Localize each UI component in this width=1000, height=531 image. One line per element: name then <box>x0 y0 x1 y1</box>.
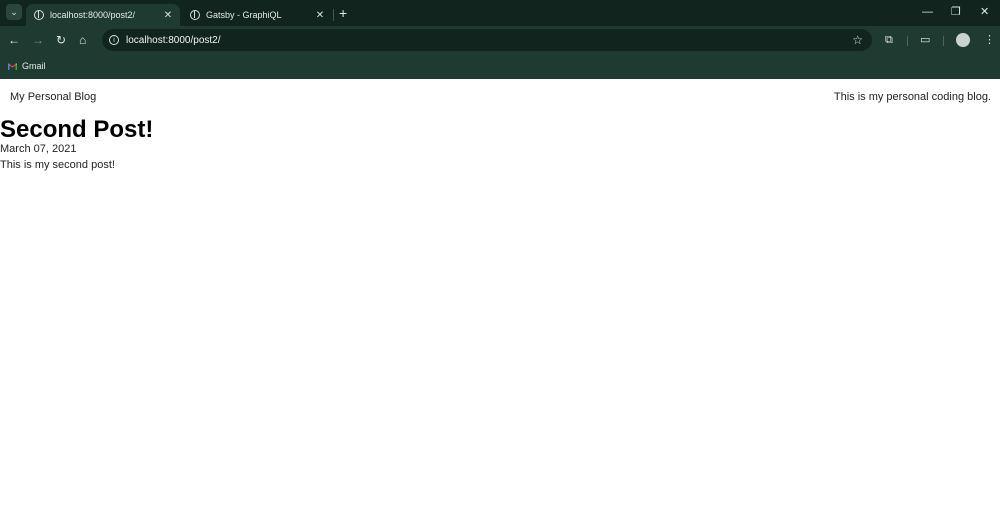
side-panel-icon[interactable]: ▭ <box>920 34 930 46</box>
site-description: This is my personal coding blog. <box>833 91 991 103</box>
gmail-icon <box>8 63 17 70</box>
tab-title: localhost:8000/post2/ <box>50 10 136 20</box>
tab-graphiql[interactable]: Gatsby - GraphiQL ✕ <box>182 4 332 26</box>
globe-icon <box>190 10 200 20</box>
close-icon[interactable]: ✕ <box>162 10 174 21</box>
arrow-right-icon: → <box>32 33 44 47</box>
restore-button[interactable]: ❐ <box>951 5 961 19</box>
toolbar: ← → ↻ ⌂ i localhost:8000/post2/ ☆ ⧉ ▭ ⋮ <box>0 26 1000 56</box>
tab-search-button[interactable]: ⌄ <box>6 4 22 20</box>
page-content: My Personal Blog This is my personal cod… <box>0 79 1000 531</box>
address-url[interactable]: localhost:8000/post2/ <box>126 35 852 46</box>
home-icon: ⌂ <box>79 33 87 47</box>
minimize-button[interactable]: — <box>922 5 933 19</box>
post-title: Second Post! <box>0 116 154 143</box>
toolbar-divider <box>943 36 944 46</box>
arrow-left-icon: ← <box>8 33 20 47</box>
tab-title: Gatsby - GraphiQL <box>206 10 282 20</box>
site-title: My Personal Blog <box>10 91 97 103</box>
post-date: March 07, 2021 <box>0 143 77 155</box>
browser-chrome: ⌄ localhost:8000/post2/ ✕ Gatsby - Graph… <box>0 0 1000 79</box>
menu-icon[interactable]: ⋮ <box>984 34 995 46</box>
avatar[interactable] <box>956 33 970 47</box>
extensions-icon[interactable]: ⧉ <box>885 34 893 46</box>
bookmark-gmail[interactable]: Gmail <box>8 61 46 71</box>
back-button[interactable]: ← <box>8 33 20 47</box>
toolbar-divider <box>907 36 908 46</box>
site-header: My Personal Blog This is my personal cod… <box>10 91 991 103</box>
tab-active[interactable]: localhost:8000/post2/ ✕ <box>26 4 180 26</box>
home-button[interactable]: ⌂ <box>79 33 86 47</box>
address-bar[interactable]: i localhost:8000/post2/ ☆ <box>102 29 872 51</box>
star-icon[interactable]: ☆ <box>852 33 863 47</box>
bookmark-label: Gmail <box>22 61 46 71</box>
window-close-button[interactable]: ✕ <box>980 5 989 19</box>
bookmarks-bar: Gmail <box>0 56 1000 79</box>
chevron-down-icon: ⌄ <box>10 6 18 17</box>
post-body: This is my second post! <box>0 159 115 171</box>
forward-button[interactable]: → <box>32 33 44 47</box>
new-tab-button[interactable]: + <box>339 5 347 21</box>
reload-icon: ↻ <box>56 33 67 47</box>
tab-divider <box>333 9 334 21</box>
info-icon[interactable]: i <box>109 35 119 45</box>
reload-button[interactable]: ↻ <box>56 33 66 47</box>
globe-icon <box>34 10 44 20</box>
tab-strip: ⌄ localhost:8000/post2/ ✕ Gatsby - Graph… <box>0 0 1000 26</box>
close-icon[interactable]: ✕ <box>314 10 326 21</box>
